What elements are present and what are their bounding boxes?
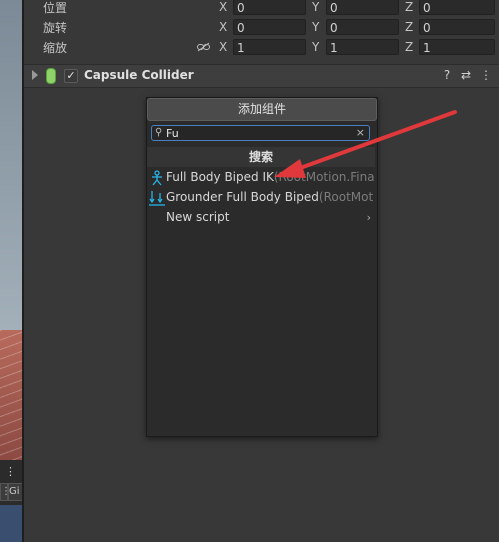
axis-x-label: X [219,40,228,54]
presets-icon[interactable]: ⇄ [459,68,473,82]
scale-z-field[interactable]: 1 [419,39,495,55]
search-section-header: 搜索 [147,147,375,167]
axis-z-label: Z [405,20,414,34]
position-z-field[interactable]: 0 [419,0,495,15]
rotation-x-field[interactable]: 0 [233,19,306,35]
transform-position-row: 位置 X 0 Y 0 Z 0 [24,0,499,18]
constrain-proportions-icon[interactable] [197,42,210,52]
scale-label: 缩放 [43,41,68,55]
search-box[interactable]: ⚲ × [151,125,370,141]
transform-scale-row: 缩放 X 1 Y 1 Z 1 [24,38,499,58]
rotation-label: 旋转 [43,21,68,35]
item-label: Grounder Full Body Biped(RootMot [166,190,373,204]
list-item-grounder-full-body-biped[interactable]: Grounder Full Body Biped(RootMot [147,188,375,208]
transform-rotation-row: 旋转 X 0 Y 0 Z 0 [24,18,499,38]
position-label: 位置 [43,1,68,15]
help-icon[interactable]: ? [440,68,454,82]
item-name: Full Body Biped IK [166,170,274,184]
item-name: New script [166,210,230,224]
item-label: Full Body Biped IK(RootMotion.Fina [166,170,375,184]
axis-x-label: X [219,0,228,14]
item-namespace: (RootMotion.Fina [273,170,375,184]
axis-z-label: Z [405,40,414,54]
rotation-y-field[interactable]: 0 [326,19,399,35]
popup-title: 添加组件 [147,98,377,121]
component-enabled-checkbox[interactable]: ✓ [64,69,78,83]
scene-bottom-view [0,505,22,542]
item-name: Grounder Full Body Biped [166,190,319,204]
chevron-right-icon: › [366,211,371,224]
axis-z-label: Z [405,0,414,14]
rotation-z-field[interactable]: 0 [419,19,495,35]
scale-x-field[interactable]: 1 [233,39,306,55]
scene-sky [0,0,22,330]
panel-tab-icon[interactable]: ⋮ [0,483,11,501]
search-input[interactable] [166,126,346,140]
panel-tab-gizmo[interactable]: Gi [8,483,22,501]
item-namespace: (RootMot [318,190,374,204]
search-icon: ⚲ [155,127,163,138]
grounder-icon [149,191,165,206]
axis-y-label: Y [312,20,320,34]
capsule-collider-icon [46,68,56,84]
more-options-icon[interactable]: ⋮ [479,68,493,82]
list-item-new-script[interactable]: New script › [147,208,375,228]
scale-y-field[interactable]: 1 [326,39,399,55]
axis-y-label: Y [312,40,320,54]
scene-view-strip[interactable]: ⋮ ⋮ Gi [0,0,22,542]
clear-search-icon[interactable]: × [356,126,365,140]
axis-x-label: X [219,20,228,34]
axis-y-label: Y [312,0,320,14]
position-y-field[interactable]: 0 [326,0,399,15]
scene-ground [0,330,22,460]
add-component-popup: 添加组件 ⚲ × 搜索 Full Body Biped IK(RootMotio… [146,97,378,437]
more-options-icon[interactable]: ⋮ [5,465,16,478]
foldout-arrow-icon[interactable] [32,70,38,80]
biped-ik-icon [152,170,162,186]
list-item-full-body-biped-ik[interactable]: Full Body Biped IK(RootMotion.Fina [147,168,375,188]
capsule-collider-header[interactable]: ✓ Capsule Collider ? ⇄ ⋮ [24,64,499,88]
position-x-field[interactable]: 0 [233,0,306,15]
component-title: Capsule Collider [84,68,194,82]
